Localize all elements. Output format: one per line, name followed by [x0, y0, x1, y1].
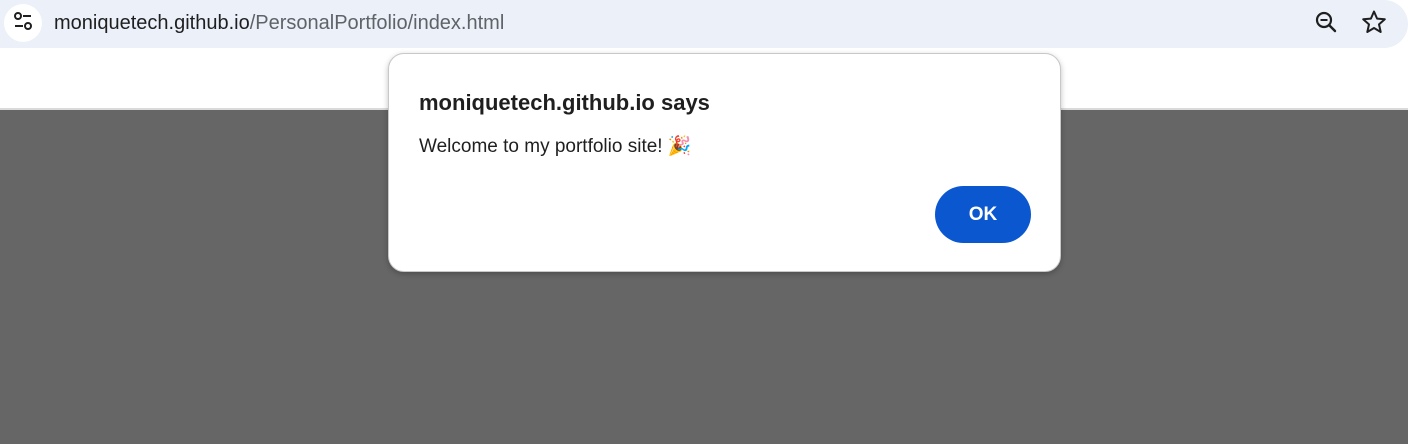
ok-button[interactable]: OK — [935, 186, 1031, 243]
url-text[interactable]: moniquetech.github.io/PersonalPortfolio/… — [54, 11, 504, 35]
zoom-button[interactable] — [1311, 9, 1341, 39]
zoom-out-icon — [1314, 10, 1338, 39]
dialog-title: moniquetech.github.io says — [419, 90, 710, 115]
url-host: moniquetech.github.io — [54, 12, 250, 34]
tune-icon — [12, 10, 34, 37]
bookmark-button[interactable] — [1359, 9, 1389, 39]
url-path: /PersonalPortfolio/index.html — [249, 12, 505, 34]
address-bar[interactable]: moniquetech.github.io/PersonalPortfolio/… — [0, 0, 1408, 48]
site-info-button[interactable] — [4, 4, 42, 42]
dialog-message: Welcome to my portfolio site! 🎉 — [419, 136, 692, 157]
browser-window: moniquetech.github.io/PersonalPortfolio/… — [0, 0, 1408, 444]
star-icon — [1361, 9, 1387, 40]
alert-dialog: moniquetech.github.io says Welcome to my… — [388, 53, 1061, 272]
